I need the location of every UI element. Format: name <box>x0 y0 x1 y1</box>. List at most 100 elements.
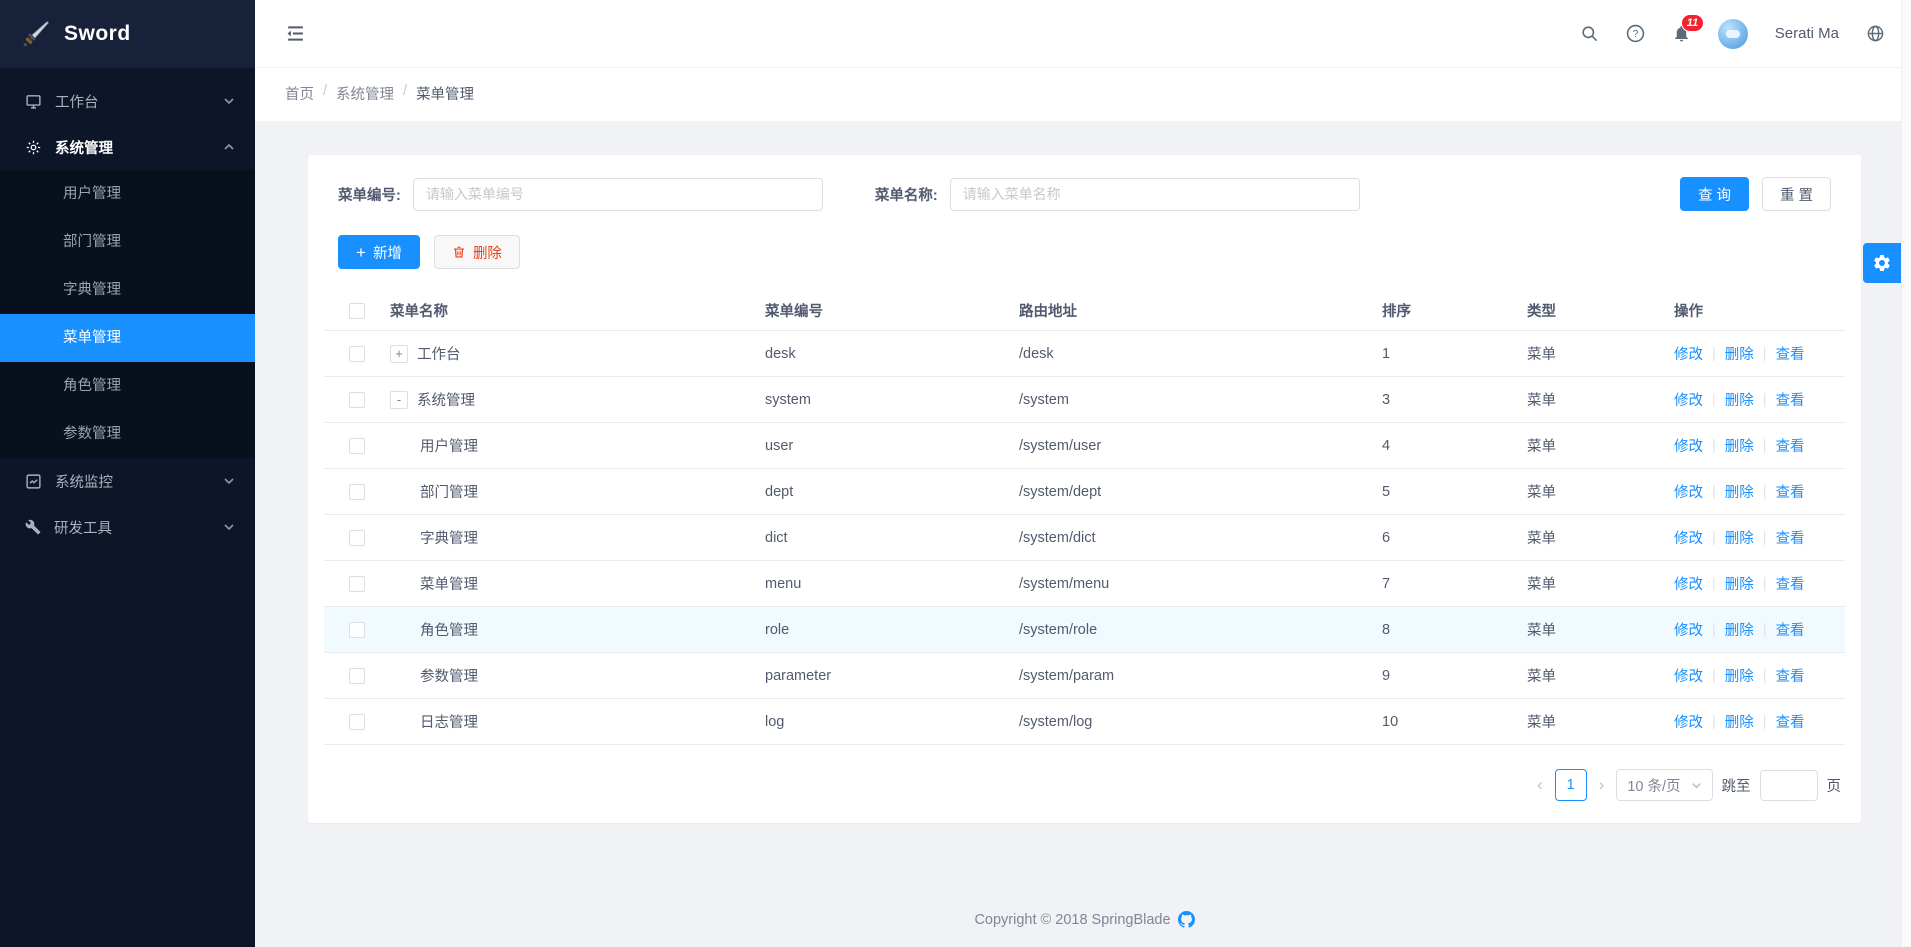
settings-gear-button[interactable] <box>1863 243 1901 283</box>
menu-name-cell: 用户管理 <box>420 435 478 456</box>
table-row[interactable]: -系统管理system/system3菜单修改|删除|查看 <box>324 377 1845 423</box>
search-icon[interactable] <box>1580 24 1599 43</box>
breadcrumb-item[interactable]: 首页 <box>285 83 314 104</box>
table-row[interactable]: 部门管理dept/system/dept5菜单修改|删除|查看 <box>324 469 1845 515</box>
table-row[interactable]: 参数管理parameter/system/param9菜单修改|删除|查看 <box>324 653 1845 699</box>
action-separator: | <box>1712 668 1716 684</box>
action-edit[interactable]: 修改 <box>1674 435 1703 456</box>
sidebar-item[interactable]: 工作台 <box>0 78 255 124</box>
action-delete[interactable]: 删除 <box>1725 711 1754 732</box>
table-row[interactable]: 日志管理log/system/log10菜单修改|删除|查看 <box>324 699 1845 745</box>
row-checkbox[interactable] <box>349 438 365 454</box>
action-edit[interactable]: 修改 <box>1674 619 1703 640</box>
globe-icon[interactable] <box>1866 24 1885 43</box>
username[interactable]: Serati Ma <box>1775 25 1839 42</box>
table-row[interactable]: +工作台desk/desk1菜单修改|删除|查看 <box>324 331 1845 377</box>
action-edit[interactable]: 修改 <box>1674 343 1703 364</box>
action-edit[interactable]: 修改 <box>1674 481 1703 502</box>
menu-name-cell: 系统管理 <box>417 389 475 410</box>
monitor-icon <box>25 93 42 110</box>
filter-field-input[interactable] <box>950 178 1360 211</box>
action-delete[interactable]: 删除 <box>1725 573 1754 594</box>
menu-name-cell: 字典管理 <box>420 527 478 548</box>
action-delete[interactable]: 删除 <box>1725 389 1754 410</box>
scrollbar-track[interactable] <box>1901 0 1911 947</box>
delete-button[interactable]: 删除 <box>434 235 520 269</box>
expand-icon[interactable]: + <box>390 345 408 363</box>
sidebar-subitem[interactable]: 参数管理 <box>0 410 255 458</box>
row-checkbox[interactable] <box>349 346 365 362</box>
notification-bell-icon[interactable]: 11 <box>1672 24 1691 43</box>
action-view[interactable]: 查看 <box>1776 343 1805 364</box>
next-page-button[interactable]: › <box>1596 775 1608 795</box>
action-separator: | <box>1712 714 1716 730</box>
sidebar-item[interactable]: 系统管理 <box>0 124 255 170</box>
search-button[interactable]: 查 询 <box>1680 177 1749 211</box>
avatar[interactable] <box>1718 19 1748 49</box>
action-view[interactable]: 查看 <box>1776 527 1805 548</box>
table-row[interactable]: 用户管理user/system/user4菜单修改|删除|查看 <box>324 423 1845 469</box>
filter-field-label: 菜单名称: <box>875 184 938 205</box>
action-view[interactable]: 查看 <box>1776 665 1805 686</box>
action-edit[interactable]: 修改 <box>1674 389 1703 410</box>
table-row[interactable]: 角色管理role/system/role8菜单修改|删除|查看 <box>324 607 1845 653</box>
action-delete[interactable]: 删除 <box>1725 481 1754 502</box>
action-delete[interactable]: 删除 <box>1725 665 1754 686</box>
action-edit[interactable]: 修改 <box>1674 711 1703 732</box>
row-checkbox[interactable] <box>349 392 365 408</box>
app-logo[interactable]: Sword <box>0 0 255 68</box>
page-number-button[interactable]: 1 <box>1555 769 1587 801</box>
filter-field: 菜单名称: <box>875 178 1360 211</box>
sidebar-subitem[interactable]: 字典管理 <box>0 266 255 314</box>
table-row[interactable]: 菜单管理menu/system/menu7菜单修改|删除|查看 <box>324 561 1845 607</box>
action-view[interactable]: 查看 <box>1776 711 1805 732</box>
add-button[interactable]: + 新增 <box>338 235 420 269</box>
action-separator: | <box>1712 576 1716 592</box>
action-separator: | <box>1763 438 1767 454</box>
action-view[interactable]: 查看 <box>1776 389 1805 410</box>
notification-badge: 11 <box>1681 14 1704 32</box>
sidebar-subitem[interactable]: 菜单管理 <box>0 314 255 362</box>
content: 菜单编号:菜单名称: 查 询 重 置 + 新增 删除 菜单名称菜 <box>255 121 1911 928</box>
action-view[interactable]: 查看 <box>1776 619 1805 640</box>
action-separator: | <box>1763 392 1767 408</box>
prev-page-button[interactable]: ‹ <box>1534 775 1546 795</box>
sidebar-subitem[interactable]: 用户管理 <box>0 170 255 218</box>
row-checkbox[interactable] <box>349 576 365 592</box>
row-checkbox[interactable] <box>349 622 365 638</box>
action-edit[interactable]: 修改 <box>1674 573 1703 594</box>
row-checkbox[interactable] <box>349 714 365 730</box>
action-view[interactable]: 查看 <box>1776 573 1805 594</box>
breadcrumb-separator: / <box>403 83 407 104</box>
action-view[interactable]: 查看 <box>1776 435 1805 456</box>
breadcrumb-item[interactable]: 系统管理 <box>336 83 394 104</box>
cell-code: desk <box>765 346 1019 362</box>
cell-route: /system/role <box>1019 622 1382 638</box>
jump-to-input[interactable] <box>1760 770 1818 801</box>
reset-button[interactable]: 重 置 <box>1762 177 1831 211</box>
action-edit[interactable]: 修改 <box>1674 527 1703 548</box>
page-size-select[interactable]: 10 条/页 <box>1616 769 1712 801</box>
github-icon[interactable] <box>1178 911 1195 928</box>
breadcrumb-item[interactable]: 菜单管理 <box>416 83 474 104</box>
select-all-checkbox[interactable] <box>349 303 365 319</box>
action-delete[interactable]: 删除 <box>1725 435 1754 456</box>
sidebar-subitem[interactable]: 部门管理 <box>0 218 255 266</box>
collapse-icon[interactable]: - <box>390 391 408 409</box>
action-view[interactable]: 查看 <box>1776 481 1805 502</box>
row-checkbox[interactable] <box>349 668 365 684</box>
table-row[interactable]: 字典管理dict/system/dict6菜单修改|删除|查看 <box>324 515 1845 561</box>
pagination: ‹ 1 › 10 条/页 跳至 页 <box>324 769 1845 801</box>
action-delete[interactable]: 删除 <box>1725 527 1754 548</box>
row-checkbox[interactable] <box>349 484 365 500</box>
row-checkbox[interactable] <box>349 530 365 546</box>
menu-fold-icon[interactable] <box>285 23 306 44</box>
filter-field-input[interactable] <box>413 178 823 211</box>
help-icon[interactable]: ? <box>1626 24 1645 43</box>
action-edit[interactable]: 修改 <box>1674 665 1703 686</box>
sidebar-subitem[interactable]: 角色管理 <box>0 362 255 410</box>
action-delete[interactable]: 删除 <box>1725 343 1754 364</box>
sidebar-item[interactable]: 研发工具 <box>0 504 255 550</box>
sidebar-item[interactable]: 系统监控 <box>0 458 255 504</box>
action-delete[interactable]: 删除 <box>1725 619 1754 640</box>
